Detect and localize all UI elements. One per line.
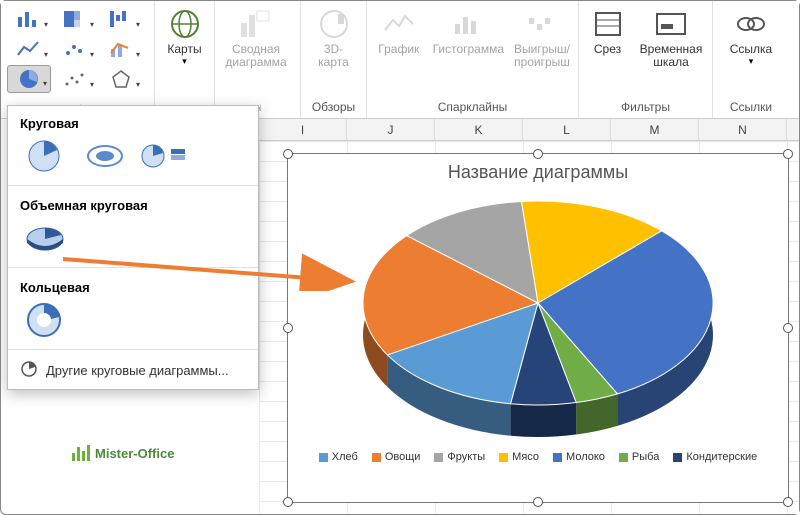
resize-handle[interactable] — [283, 497, 293, 507]
pie-icon — [20, 360, 38, 381]
sparkline-winloss-button: Выигрыш/ проигрыш — [512, 5, 572, 71]
legend-swatch — [553, 453, 562, 462]
insert-pie-chart-button[interactable]: ▾ — [7, 65, 51, 93]
ribbon: ▾ ▾ ▾ ▾ ▾ ▾ ▾ ▾ ▾ ⇲ Карты▾ Сводная диагр… — [1, 1, 799, 119]
timeline-icon — [654, 7, 688, 41]
group-maps: Карты▾ — [155, 1, 215, 118]
timeline-button[interactable]: Временная шкала — [636, 5, 706, 71]
resize-handle[interactable] — [783, 149, 793, 159]
map3d-label: 3D- карта — [318, 43, 349, 69]
group-filters: Срез Временная шкала Фильтры — [579, 1, 713, 118]
dropdown-section-title: Кольцевая — [8, 270, 258, 301]
sparkline-winloss-icon — [525, 7, 559, 41]
sparkline-line-button: График — [373, 5, 425, 58]
link-button[interactable]: Ссылка▾ — [719, 5, 783, 69]
legend-label: Рыба — [632, 451, 659, 463]
legend-swatch — [434, 453, 443, 462]
column-header[interactable]: M — [611, 119, 699, 140]
chart-object[interactable]: Название диаграммы ХлебОвощиФруктыМясоМо… — [287, 153, 789, 503]
sparkline-line-icon — [382, 7, 416, 41]
resize-handle[interactable] — [283, 149, 293, 159]
legend-item[interactable]: Мясо — [499, 451, 539, 463]
resize-handle[interactable] — [783, 497, 793, 507]
legend-swatch — [619, 453, 628, 462]
pivotchart-icon — [239, 7, 273, 41]
insert-hierarchy-chart-button[interactable]: ▾ — [53, 5, 97, 33]
group-links: Ссылка▾ Ссылки — [713, 1, 789, 118]
insert-combo-chart-button[interactable]: ▾ — [99, 35, 143, 63]
group-sparklines: График Гистограмма Выигрыш/ проигрыш Спа… — [367, 1, 579, 118]
legend-item[interactable]: Кондитерские — [673, 451, 757, 463]
filters-group-label: Фильтры — [585, 98, 706, 118]
resize-handle[interactable] — [533, 149, 543, 159]
column-header[interactable]: I — [259, 119, 347, 140]
legend-item[interactable]: Рыба — [619, 451, 659, 463]
pie-3d-option[interactable] — [20, 219, 70, 257]
pivotchart-label: Сводная диаграмма — [225, 43, 286, 69]
legend-item[interactable]: Хлеб — [319, 451, 358, 463]
slicer-button[interactable]: Срез — [585, 5, 630, 58]
chart-legend[interactable]: Хлеб Овощи Фрукты Мясо Молоко Рыба Кондитерски… — [288, 451, 788, 463]
sparklines-group-label: Спарклайны — [373, 98, 572, 118]
globe3d-icon — [317, 7, 351, 41]
insert-column-chart-button[interactable]: ▾ — [7, 5, 51, 33]
maps-label: Карты — [167, 43, 201, 56]
pie-exploded-option[interactable] — [80, 137, 130, 175]
more-pie-charts-label: Другие круговые диаграммы... — [46, 363, 229, 378]
legend-swatch — [319, 453, 328, 462]
resize-handle[interactable] — [783, 323, 793, 333]
map3d-button: 3D- карта — [307, 5, 360, 71]
dropdown-section-title: Объемная круговая — [8, 188, 258, 219]
legend-swatch — [499, 453, 508, 462]
more-pie-charts-button[interactable]: Другие круговые диаграммы... — [8, 352, 258, 389]
insert-scatter-chart-button[interactable]: ▾ — [53, 65, 97, 93]
slicer-icon — [591, 7, 625, 41]
column-header[interactable]: N — [699, 119, 787, 140]
sparkline-column-button: Гистограмма — [431, 5, 506, 58]
legend-label: Кондитерские — [686, 451, 757, 463]
legend-item[interactable]: Фрукты — [434, 451, 485, 463]
maps-button[interactable]: Карты▾ — [161, 5, 208, 69]
chart-plot-area[interactable] — [288, 185, 788, 447]
legend-label: Овощи — [385, 451, 421, 463]
dropdown-section-title: Круговая — [8, 106, 258, 137]
pie-of-pie-option[interactable] — [140, 137, 190, 175]
resize-handle[interactable] — [533, 497, 543, 507]
globe-icon — [168, 7, 202, 41]
group-charts: ▾ ▾ ▾ ▾ ▾ ▾ ▾ ▾ ▾ ⇲ — [1, 1, 155, 118]
resize-handle[interactable] — [283, 323, 293, 333]
pivotchart-button: Сводная диаграмма — [221, 5, 291, 71]
legend-label: Хлеб — [332, 451, 358, 463]
column-headers: I J K L M N — [259, 119, 799, 141]
column-header[interactable]: J — [347, 119, 435, 140]
insert-radar-chart-button[interactable]: ▾ — [99, 65, 143, 93]
legend-label: Мясо — [512, 451, 539, 463]
legend-swatch — [372, 453, 381, 462]
links-group-label: Ссылки — [719, 98, 783, 118]
link-icon — [734, 7, 768, 41]
bars-icon — [71, 445, 91, 461]
insert-line-chart-button[interactable]: ▾ — [7, 35, 51, 63]
legend-item[interactable]: Овощи — [372, 451, 421, 463]
group-tours: 3D- карта Обзоры — [301, 1, 367, 118]
tours-group-label: Обзоры — [307, 98, 360, 118]
watermark: Mister-Office — [71, 445, 174, 461]
column-header[interactable]: L — [523, 119, 611, 140]
doughnut-option[interactable] — [20, 301, 70, 339]
pie-2d-option[interactable] — [20, 137, 70, 175]
insert-statistic-chart-button[interactable]: ▾ — [53, 35, 97, 63]
insert-waterfall-chart-button[interactable]: ▾ — [99, 5, 143, 33]
column-header[interactable]: K — [435, 119, 523, 140]
group-pivotchart: Сводная диаграмма ⇲ — [215, 1, 301, 118]
legend-swatch — [673, 453, 682, 462]
pie-chart-dropdown: Круговая Объемная круговая Кольцевая Дру… — [7, 105, 259, 390]
legend-label: Молоко — [566, 451, 605, 463]
sparkline-column-icon — [451, 7, 485, 41]
legend-label: Фрукты — [447, 451, 485, 463]
legend-item[interactable]: Молоко — [553, 451, 605, 463]
